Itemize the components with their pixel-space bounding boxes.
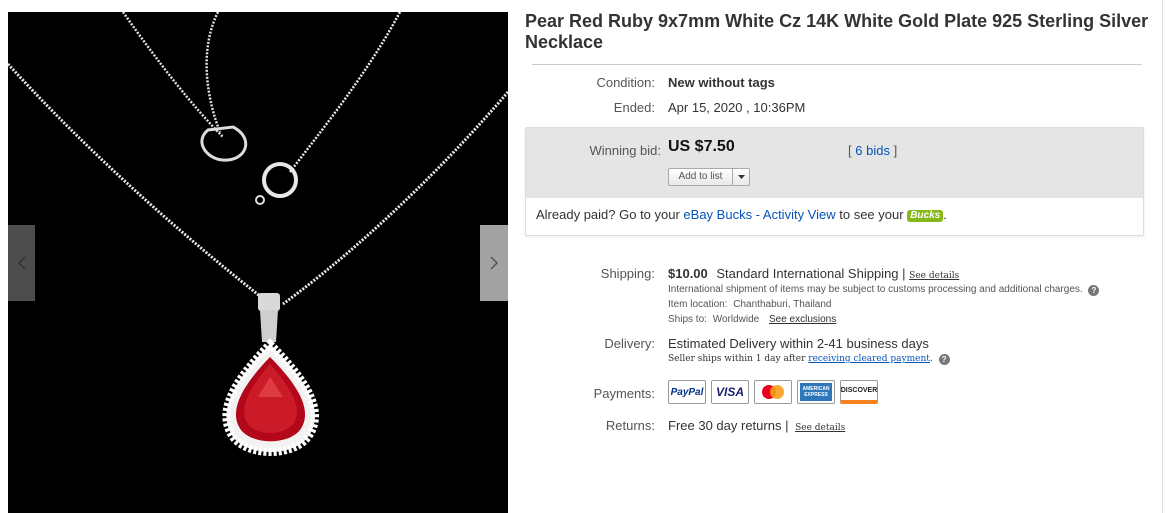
shipping-price: $10.00 xyxy=(668,266,708,281)
chevron-left-icon xyxy=(17,256,26,270)
visa-icon: VISA xyxy=(711,380,749,404)
seller-ships-text: Seller ships within 1 day after xyxy=(668,354,809,364)
bid-count: [ 6 bids ] xyxy=(848,143,897,158)
add-to-list-control: Add to list xyxy=(668,168,750,186)
returns-label: Returns: xyxy=(605,418,655,433)
returns-see-details-link[interactable]: See details xyxy=(795,423,845,433)
mastercard-icon xyxy=(754,380,792,404)
paypal-icon: PayPal xyxy=(668,380,706,404)
title-divider xyxy=(532,64,1142,65)
ended-label: Ended: xyxy=(613,100,655,115)
product-image-gallery xyxy=(8,12,508,513)
help-icon[interactable]: ? xyxy=(938,354,950,365)
ships-to-value: Worldwide xyxy=(712,314,760,325)
discover-icon: DISCOVER xyxy=(840,380,878,404)
shipping-label: Shipping: xyxy=(600,266,655,281)
shipping-method: Standard International Shipping xyxy=(716,266,899,281)
item-location-value: Chanthaburi, Thailand xyxy=(733,299,832,310)
winning-bid-price: US $7.50 xyxy=(668,138,735,155)
seller-ships-end: . xyxy=(929,354,933,364)
item-location: Item location: Chanthaburi, Thailand xyxy=(668,299,831,310)
item-location-label: Item location: xyxy=(668,299,728,310)
ships-to-label: Ships to: xyxy=(668,314,707,325)
shipping-summary: $10.00 Standard International Shipping |… xyxy=(668,266,959,281)
ebay-bucks-note: Already paid? Go to your eBay Bucks - Ac… xyxy=(536,207,947,222)
bid-count-open: [ xyxy=(848,143,852,158)
mastercard-logo xyxy=(762,385,784,399)
ships-to: Ships to: Worldwide See exclusions xyxy=(668,314,836,325)
caret-down-icon xyxy=(737,175,745,179)
returns-summary: Free 30 day returns | See details xyxy=(668,418,845,433)
add-to-list-dropdown[interactable] xyxy=(733,169,749,185)
ebay-bucks-end: . xyxy=(943,207,947,222)
shipping-see-details-link[interactable]: See details xyxy=(909,271,959,281)
discover-label: DISCOVER xyxy=(840,387,878,394)
bid-history-link[interactable]: 6 bids xyxy=(855,143,890,158)
seller-ships-note: Seller ships within 1 day after receivin… xyxy=(668,354,950,365)
see-exclusions-link[interactable]: See exclusions xyxy=(769,314,836,325)
customs-note-text: International shipment of items may be s… xyxy=(668,284,1083,295)
right-panel-edge xyxy=(1162,0,1167,513)
next-image-button[interactable] xyxy=(480,225,508,301)
help-icon[interactable]: ? xyxy=(1088,285,1100,296)
ebay-bucks-badge: Bucks xyxy=(907,210,944,222)
payments-label: Payments: xyxy=(593,386,655,401)
amex-icon: AMERICAN EXPRESS xyxy=(797,380,835,404)
condition-value: New without tags xyxy=(668,75,775,90)
delivery-estimate: Estimated Delivery within 2-41 business … xyxy=(668,336,929,351)
delivery-label: Delivery: xyxy=(604,336,655,351)
previous-image-button[interactable] xyxy=(8,225,35,301)
product-image-necklace xyxy=(8,12,508,456)
winning-bid-header: Winning bid: US $7.50 [ 6 bids ] Add to … xyxy=(526,128,1143,198)
payment-methods: PayPal VISA AMERICAN EXPRESS DISCOVER xyxy=(668,380,878,404)
ebay-bucks-prefix: Already paid? Go to your xyxy=(536,207,684,222)
add-to-list-button[interactable]: Add to list xyxy=(669,169,733,185)
returns-separator: | xyxy=(785,418,789,433)
ended-value: Apr 15, 2020 , 10:36PM xyxy=(668,100,806,115)
customs-note: International shipment of items may be s… xyxy=(668,284,1100,296)
bid-count-close: ] xyxy=(893,143,898,158)
condition-label: Condition: xyxy=(596,75,655,90)
shipping-separator: | xyxy=(902,266,906,281)
listing-title: Pear Red Ruby 9x7mm White Cz 14K White G… xyxy=(525,11,1149,52)
chevron-right-icon xyxy=(490,256,499,270)
returns-value: Free 30 day returns xyxy=(668,418,782,433)
winning-bid-label: Winning bid: xyxy=(589,143,661,158)
amex-label: AMERICAN EXPRESS xyxy=(800,383,832,401)
winning-bid-panel: Winning bid: US $7.50 [ 6 bids ] Add to … xyxy=(525,127,1144,236)
ebay-bucks-suffix: to see your xyxy=(835,207,908,222)
ebay-bucks-activity-link[interactable]: eBay Bucks - Activity View xyxy=(683,207,835,222)
cleared-payment-link[interactable]: receiving cleared payment xyxy=(808,354,930,364)
